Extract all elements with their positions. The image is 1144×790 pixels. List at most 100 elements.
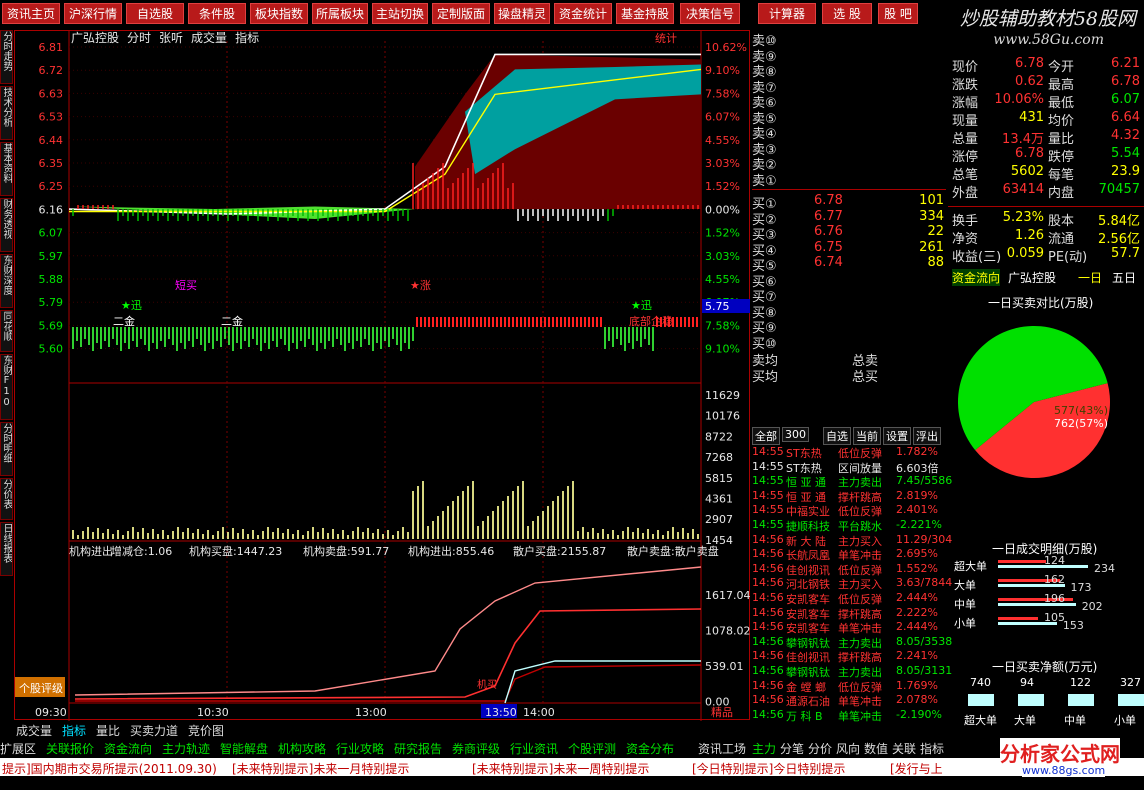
tape-tabs: 全部 300 自选 当前 设置 浮出 xyxy=(752,427,948,445)
tape-row[interactable]: 14:56 金 螳 螂低位反弹 1.769% xyxy=(752,679,948,694)
tape-row[interactable]: 14:56 长航凤凰 单笔冲击 2.695% xyxy=(752,547,948,562)
toolbar-button-9[interactable]: 资金统计 xyxy=(554,3,612,24)
sidebar-tab-2[interactable]: 基本资料 xyxy=(0,142,13,196)
function-tab-1[interactable]: 关联报价 xyxy=(46,740,94,757)
tape-event: 低位反弹 xyxy=(838,447,882,460)
ticker-item-4[interactable]: [发行与上 xyxy=(890,760,943,777)
toolbar-button-10[interactable]: 基金持股 xyxy=(616,3,674,24)
fund-header-item: 机构进出:855.46 xyxy=(408,544,494,558)
toolbar-button-3[interactable]: 条件股 xyxy=(188,3,246,24)
sidebar-tab-1[interactable]: 技术分析 xyxy=(0,86,13,140)
chart-tab-2[interactable]: 量比 xyxy=(96,722,120,739)
tape-row[interactable]: 14:56 安凯客车 单笔冲击 2.444% xyxy=(752,620,948,635)
tape-tab-1[interactable]: 300 xyxy=(782,427,809,442)
tape-event: 撑杆跳高 xyxy=(838,651,882,665)
chart-tab-3[interactable]: 买卖力道 xyxy=(130,722,178,739)
tape-value: 2.401% xyxy=(896,503,938,517)
tape-row[interactable]: 14:55 捷顺科技 平台跳水 -2.221% xyxy=(752,518,948,533)
tape-row[interactable]: 14:55 恒 亚 通撑杆跳高 2.819% xyxy=(752,489,948,504)
tape-row[interactable]: 14:55 ST东热 低位反弹 1.782% xyxy=(752,445,948,460)
tape-row[interactable]: 14:56 佳创视讯 撑杆跳高 2.241% xyxy=(752,649,948,664)
function-tab-3[interactable]: 主力轨迹 xyxy=(162,740,210,757)
tape-stock: 中福实业 xyxy=(786,505,830,519)
tape-row[interactable]: 14:55 ST东热 区间放量 6.603倍 xyxy=(752,460,948,475)
tape-tab-5[interactable]: 浮出 xyxy=(913,427,941,445)
tape-event: 撑杆跳高 xyxy=(838,490,882,504)
bottom-right-tab-1[interactable]: 分笔 xyxy=(780,740,804,757)
toolbar-button-6[interactable]: 主站切换 xyxy=(372,3,428,24)
tape-row[interactable]: 14:55 恒 亚 通主力卖出 7.45/5586 xyxy=(752,474,952,489)
sidebar-tab-0[interactable]: 分时走势 xyxy=(0,30,13,84)
toolbar-button-7[interactable]: 定制版面 xyxy=(432,3,490,24)
sidebar-tab-7[interactable]: 分时明细 xyxy=(0,422,13,476)
stat2-row: 净资 1.26 流通 2.56亿 xyxy=(948,228,1144,247)
function-tab-5[interactable]: 机构攻略 xyxy=(278,740,326,757)
tape-tab-0[interactable]: 全部 xyxy=(752,427,780,445)
toolbar-button-8[interactable]: 操盘精灵 xyxy=(494,3,550,24)
signal-label: 底部企稳 xyxy=(629,314,673,328)
net-label: 小单 xyxy=(1114,714,1136,727)
tape-row[interactable]: 14:55 中福实业 低位反弹 2.401% xyxy=(752,503,948,518)
ticker-item-0[interactable]: 提示]国内期市交易所提示(2011.09.30) xyxy=(2,760,217,777)
intraday-chart[interactable]: 广弘控股 分时 张听 成交量 指标 统计 6.81 6.72 6.63 6.53 6.44 6.3… xyxy=(14,30,751,721)
tape-row[interactable]: 14:56 新 大 陆主力买入 11.29/304 xyxy=(752,533,952,548)
function-tab-10[interactable]: 个股评测 xyxy=(568,740,616,757)
function-tab-2[interactable]: 资金流向 xyxy=(104,740,152,757)
tape-tab-3[interactable]: 当前 xyxy=(853,427,881,445)
tape-row[interactable]: 14:56 安凯客车 撑杆跳高 2.222% xyxy=(752,606,948,621)
sidebar-tab-8[interactable]: 分价表 xyxy=(0,478,13,520)
function-tab-0[interactable]: 扩展区 xyxy=(0,740,36,757)
function-tab-6[interactable]: 行业攻略 xyxy=(336,740,384,757)
toolbar-button-4[interactable]: 板块指数 xyxy=(250,3,308,24)
tape-tab-4[interactable]: 设置 xyxy=(883,427,911,445)
sidebar-tab-5[interactable]: 同花顺 xyxy=(0,310,13,352)
fund-tab-2[interactable]: 一日 xyxy=(1078,269,1102,286)
tape-row[interactable]: 14:56 万 科 B 单笔冲击 -2.190% xyxy=(752,708,948,723)
sidebar-tab-6[interactable]: 东财F10 xyxy=(0,354,13,420)
fund-tab-3[interactable]: 五日 xyxy=(1112,269,1136,286)
function-tab-8[interactable]: 券商评级 xyxy=(452,740,500,757)
tape-row[interactable]: 14:56 佳创视讯 低位反弹 1.552% xyxy=(752,562,948,577)
bottom-right-left[interactable]: 资讯工场 xyxy=(698,740,746,757)
function-tab-4[interactable]: 智能解盘 xyxy=(220,740,268,757)
detail-bar-sell xyxy=(998,560,1046,563)
tape-row[interactable]: 14:56 攀钢钒钛 主力卖出 8.05/3538 xyxy=(752,635,952,650)
pct-tick: 7.58% xyxy=(705,319,740,332)
stat-row: 外盘 63414 内盘 70457 xyxy=(948,182,1144,201)
tape-row[interactable]: 14:56 攀钢钒钛 主力卖出 8.05/3131 xyxy=(752,664,952,679)
toolbar-button-0[interactable]: 资讯主页 xyxy=(2,3,60,24)
tape-row[interactable]: 14:56 安凯客车 低位反弹 2.444% xyxy=(752,591,948,606)
sidebar-tab-3[interactable]: 财务透视 xyxy=(0,198,13,252)
ticker-item-3[interactable]: [今日特别提示]今日特别提示 xyxy=(692,760,845,777)
bottom-right-tab-3[interactable]: 风向 xyxy=(836,740,860,757)
tape-row[interactable]: 14:56 河北钢铁 主力买入 3.63/7844 xyxy=(752,576,952,591)
sidebar-tab-4[interactable]: 东财深度 xyxy=(0,254,13,308)
function-tab-11[interactable]: 资金分布 xyxy=(626,740,674,757)
fund-tab-1[interactable]: 广弘控股 xyxy=(1008,269,1056,286)
ticker-item-1[interactable]: [未来特别提示]未来一月特别提示 xyxy=(232,760,409,777)
toolbar-button-2[interactable]: 自选股 xyxy=(126,3,184,24)
chart-tab-1[interactable]: 指标 xyxy=(62,722,86,739)
buy-row: 买⑩ xyxy=(752,333,946,352)
bottom-right-tab-6[interactable]: 指标 xyxy=(920,740,944,757)
price-tick: 6.72 xyxy=(39,64,64,77)
toolbar-button-5[interactable]: 所属板块 xyxy=(312,3,368,24)
chart-tab-4[interactable]: 竞价图 xyxy=(188,722,224,739)
toolbar-button-13[interactable]: 选 股 xyxy=(822,3,872,24)
fund-tab-0[interactable]: 资金流向 xyxy=(952,269,1001,286)
tape-tab-2[interactable]: 自选 xyxy=(823,427,851,445)
function-tab-9[interactable]: 行业资讯 xyxy=(510,740,558,757)
bottom-right-tab-0[interactable]: 主力 xyxy=(752,740,776,757)
toolbar-button-11[interactable]: 决策信号 xyxy=(680,3,740,24)
tape-row[interactable]: 14:56 通源石油 单笔冲击 2.078% xyxy=(752,693,948,708)
sidebar-tab-9[interactable]: 日线报表 xyxy=(0,522,13,576)
ticker-item-2[interactable]: [未来特别提示]未来一周特别提示 xyxy=(472,760,649,777)
bottom-right-tab-4[interactable]: 数值 xyxy=(864,740,888,757)
toolbar-button-14[interactable]: 股 吧 xyxy=(878,3,918,24)
bottom-right-tab-5[interactable]: 关联 xyxy=(892,740,916,757)
bottom-right-tab-2[interactable]: 分价 xyxy=(808,740,832,757)
toolbar-button-12[interactable]: 计算器 xyxy=(758,3,816,24)
chart-tab-0[interactable]: 成交量 xyxy=(16,722,52,739)
toolbar-button-1[interactable]: 沪深行情 xyxy=(64,3,122,24)
function-tab-7[interactable]: 研究报告 xyxy=(394,740,442,757)
